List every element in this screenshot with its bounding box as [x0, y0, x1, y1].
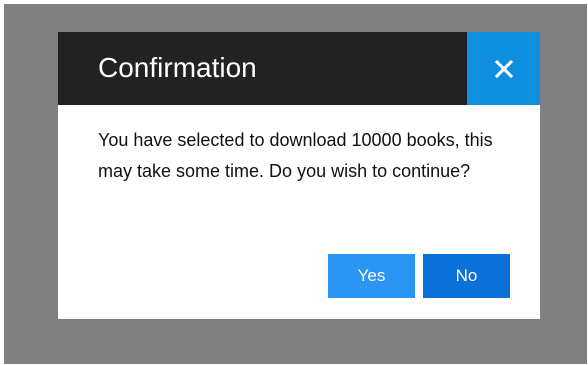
dialog-message: You have selected to download 10000 book… [98, 130, 493, 181]
dialog-header: Confirmation [58, 32, 540, 105]
dialog-title: Confirmation [98, 52, 257, 83]
close-button[interactable] [467, 32, 540, 105]
confirmation-dialog: Confirmation You have selected to downlo… [58, 32, 540, 319]
no-button[interactable]: No [423, 254, 510, 298]
yes-button[interactable]: Yes [328, 254, 415, 298]
close-icon [494, 59, 513, 78]
